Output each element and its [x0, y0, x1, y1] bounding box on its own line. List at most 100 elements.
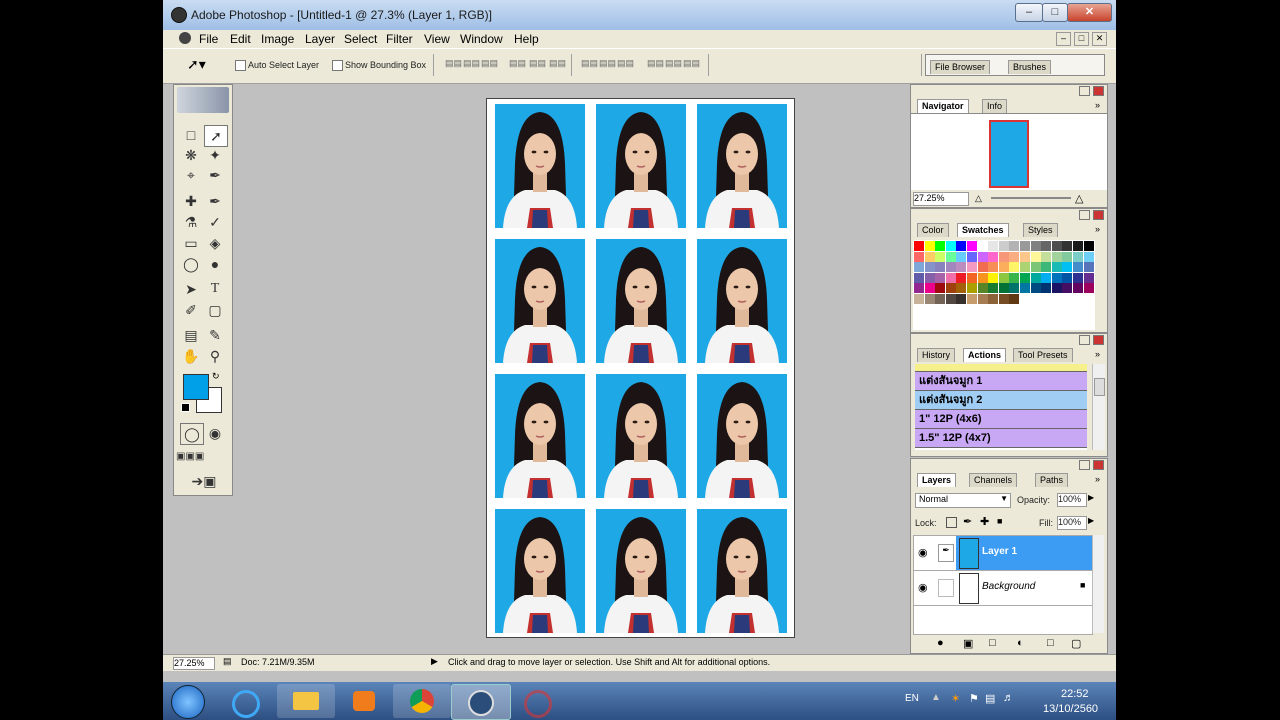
lock-image-icon[interactable]: ✒	[963, 515, 972, 528]
layer-name[interactable]: Background	[982, 581, 1035, 592]
panel-menu-icon[interactable]: »	[1095, 474, 1100, 484]
color-swatch[interactable]	[977, 272, 988, 283]
color-swatch[interactable]	[1020, 272, 1030, 283]
color-swatch[interactable]	[1062, 262, 1073, 273]
layer-row[interactable]: ◉ ✒ Layer 1	[914, 536, 1092, 571]
jump-to-imageready-icon[interactable]: ➔▣	[184, 471, 224, 491]
volume-icon[interactable]: ♬	[1003, 692, 1014, 704]
action-item[interactable]: แต่งสันจมูก 2	[915, 391, 1087, 410]
photoshop-task-icon[interactable]	[451, 684, 511, 720]
type-tool-icon[interactable]: T	[204, 279, 226, 299]
start-button[interactable]	[171, 685, 205, 719]
color-swatch[interactable]	[1083, 283, 1094, 294]
layer-mask-icon[interactable]: ▣	[963, 637, 973, 650]
color-swatch[interactable]	[967, 241, 977, 251]
action-item[interactable]: 1.5" 12P (4x7)	[915, 429, 1087, 448]
eye-icon[interactable]: ◉	[918, 581, 928, 594]
doc-size[interactable]: Doc: 7.21M/9.35M	[241, 657, 315, 667]
link-box[interactable]	[938, 579, 954, 597]
doc-close-button[interactable]: ✕	[1092, 32, 1107, 46]
status-menu-icon[interactable]: ▶	[431, 656, 438, 667]
adjustment-layer-icon[interactable]: ◐	[1017, 637, 1024, 649]
clock-time[interactable]: 22:52	[1061, 688, 1089, 700]
color-swatch[interactable]	[1073, 241, 1083, 251]
zoom-out-icon[interactable]: △	[975, 193, 982, 204]
swap-colors-icon[interactable]: ↻	[212, 371, 220, 382]
paint-bucket-tool-icon[interactable]: ◈	[204, 233, 226, 253]
brush-tool-icon[interactable]: ✒	[204, 191, 226, 211]
color-swatch[interactable]	[956, 241, 967, 251]
doc-minimize-button[interactable]: –	[1056, 32, 1071, 46]
color-swatch[interactable]	[967, 294, 977, 304]
auto-select-checkbox[interactable]	[235, 60, 246, 71]
lasso-tool-icon[interactable]: ❋	[180, 145, 202, 165]
zoom-in-icon[interactable]: △	[1075, 192, 1083, 205]
align-right-icon[interactable]: ▤▤	[549, 58, 571, 72]
color-swatch[interactable]	[935, 283, 946, 294]
screen-mode-icon[interactable]: ▣▣▣	[176, 447, 204, 467]
action-item-partial[interactable]	[915, 364, 1087, 372]
move-tool-icon[interactable]: ➚	[204, 125, 228, 147]
color-swatch[interactable]	[1020, 251, 1030, 262]
color-swatch[interactable]	[914, 251, 924, 262]
tray-icon[interactable]: ▲	[931, 692, 941, 703]
color-swatch[interactable]	[988, 283, 999, 294]
path-selection-tool-icon[interactable]: ➤	[180, 279, 202, 299]
color-swatch[interactable]	[988, 241, 999, 251]
lock-position-icon[interactable]: ✚	[980, 515, 989, 528]
tab-color[interactable]: Color	[917, 223, 949, 237]
color-swatch[interactable]	[977, 241, 988, 251]
brush-link-icon[interactable]: ✒	[938, 544, 954, 562]
color-swatch[interactable]	[1041, 262, 1052, 273]
maximize-button[interactable]: □	[1042, 3, 1068, 22]
color-swatch[interactable]	[1051, 283, 1062, 294]
align-bottom-icon[interactable]: ▤▤	[481, 58, 503, 72]
tab-navigator[interactable]: Navigator	[917, 99, 969, 113]
color-swatch[interactable]	[914, 262, 924, 273]
fill-field[interactable]: 100%	[1057, 516, 1087, 530]
menu-image[interactable]: Image	[261, 32, 294, 46]
color-swatch[interactable]	[1073, 272, 1083, 283]
media-player-icon[interactable]	[335, 684, 393, 718]
color-swatch[interactable]	[1051, 251, 1062, 262]
color-swatch[interactable]	[924, 272, 935, 283]
color-swatch[interactable]	[1030, 262, 1041, 273]
color-swatch[interactable]	[988, 272, 999, 283]
color-swatch[interactable]	[988, 251, 999, 262]
distribute-bottom-icon[interactable]: ▤▤	[617, 58, 639, 72]
align-center-icon[interactable]: ▤▤	[529, 58, 551, 72]
color-swatch[interactable]	[977, 262, 988, 273]
color-swatch[interactable]	[1030, 241, 1041, 251]
panel-minimize-icon[interactable]	[1079, 210, 1090, 220]
color-swatch[interactable]	[998, 251, 1009, 262]
eyedropper-tool-icon[interactable]: ✎	[204, 325, 226, 345]
color-swatch[interactable]	[988, 294, 999, 304]
color-swatch[interactable]	[924, 251, 935, 262]
color-swatch[interactable]	[977, 251, 988, 262]
color-swatch[interactable]	[924, 241, 935, 251]
menu-edit[interactable]: Edit	[230, 32, 251, 46]
panel-minimize-icon[interactable]	[1079, 335, 1090, 345]
color-swatch[interactable]	[1062, 283, 1073, 294]
default-colors-icon[interactable]	[181, 403, 190, 412]
blend-mode-select[interactable]: Normal ▼	[915, 493, 1011, 508]
doc-restore-button[interactable]: □	[1074, 32, 1089, 46]
panel-close-icon[interactable]	[1093, 460, 1104, 470]
layer-row[interactable]: ◉ Background ■	[914, 571, 1092, 606]
menu-view[interactable]: View	[424, 32, 450, 46]
tab-swatches[interactable]: Swatches	[957, 223, 1009, 237]
marquee-tool-icon[interactable]: □	[180, 125, 202, 145]
color-swatch[interactable]	[924, 283, 935, 294]
action-center-icon[interactable]: ⚑	[969, 692, 979, 705]
lock-all-icon[interactable]: ■	[997, 516, 1002, 526]
minimize-button[interactable]: –	[1015, 3, 1043, 22]
color-swatch[interactable]	[1020, 283, 1030, 294]
color-swatch[interactable]	[998, 262, 1009, 273]
show-bbox-checkbox[interactable]	[332, 60, 343, 71]
dodge-tool-icon[interactable]: ●	[204, 254, 226, 274]
color-swatch[interactable]	[1083, 241, 1094, 251]
clock-date[interactable]: 13/10/2560	[1043, 703, 1098, 715]
color-swatch[interactable]	[935, 272, 946, 283]
color-swatch[interactable]	[914, 283, 924, 294]
opacity-stepper-icon[interactable]: ▶	[1088, 493, 1094, 502]
